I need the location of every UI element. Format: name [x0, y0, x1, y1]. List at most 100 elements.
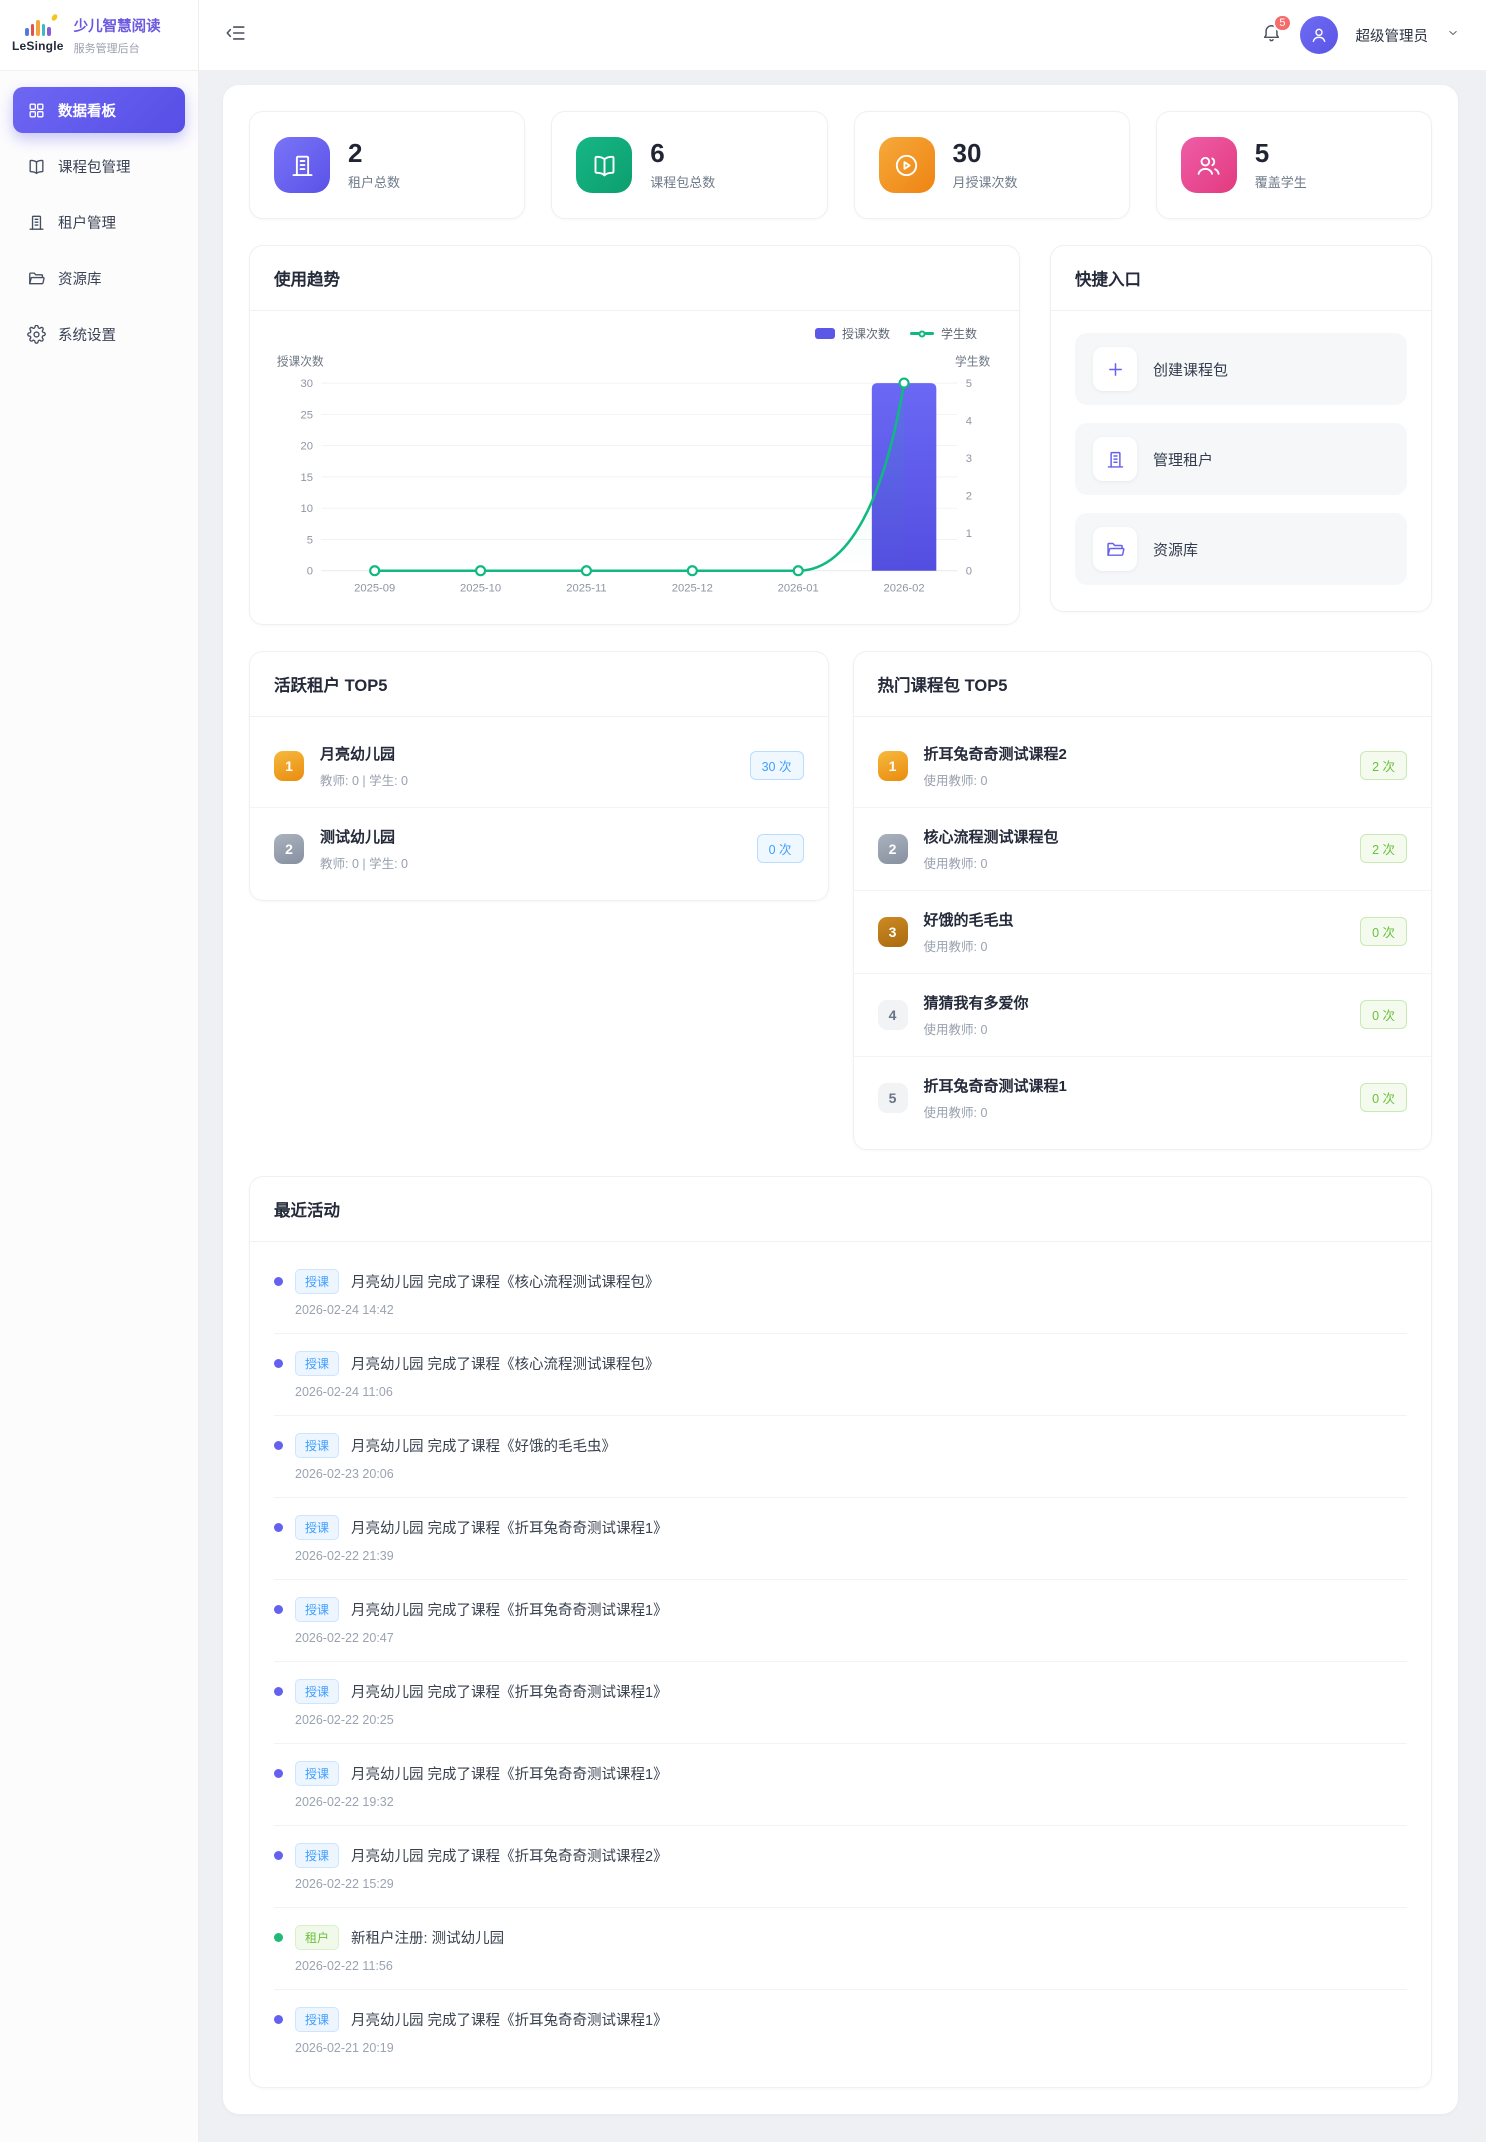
stat-icon-tile — [274, 137, 330, 193]
activity-dot — [274, 1933, 283, 1942]
stat-value: 6 — [650, 139, 715, 168]
activity-row: 授课月亮幼儿园 完成了课程《折耳兔奇奇测试课程1》2026-02-22 21:3… — [274, 1498, 1407, 1580]
activity-main: 授课月亮幼儿园 完成了课程《折耳兔奇奇测试课程1》 — [274, 1597, 1407, 1622]
rank-badge: 2 — [878, 834, 908, 864]
rank-sub: 使用教师: 0 — [924, 770, 1067, 789]
rank-badge: 1 — [878, 751, 908, 781]
rank-text: 月亮幼儿园教师: 0 | 学生: 0 — [320, 743, 408, 789]
rank-name: 测试幼儿园 — [320, 826, 408, 847]
usage-count-chip: 2 次 — [1360, 834, 1407, 863]
quick-entry-create-package[interactable]: 创建课程包 — [1075, 333, 1407, 405]
legend-bar-swatch-icon — [815, 328, 835, 339]
user-name[interactable]: 超级管理员 — [1356, 25, 1429, 46]
stat-value: 5 — [1255, 139, 1307, 168]
activity-time: 2026-02-24 11:06 — [295, 1385, 1407, 1399]
person-icon — [1309, 25, 1329, 45]
usage-trend-chart: 051015202530012345授课次数学生数2025-092025-102… — [250, 342, 1019, 624]
stat-value: 2 — [348, 139, 400, 168]
hot-package-row: 3好饿的毛毛虫使用教师: 00 次 — [854, 891, 1432, 974]
building-icon — [1105, 449, 1126, 470]
svg-text:0: 0 — [307, 566, 313, 578]
svg-text:4: 4 — [966, 416, 972, 428]
sidebar-item-settings[interactable]: 系统设置 — [13, 311, 185, 357]
user-avatar[interactable] — [1300, 16, 1338, 54]
stat-card-students: 5 覆盖学生 — [1156, 111, 1432, 219]
sidebar-item-dashboard[interactable]: 数据看板 — [13, 87, 185, 133]
stat-label: 覆盖学生 — [1255, 172, 1307, 191]
rank-text: 测试幼儿园教师: 0 | 学生: 0 — [320, 826, 408, 872]
activity-tag: 授课 — [295, 1597, 339, 1622]
svg-text:学生数: 学生数 — [955, 355, 990, 369]
logo-bars-icon — [25, 18, 51, 36]
notification-bell-button[interactable]: 5 — [1261, 22, 1282, 48]
activity-text: 月亮幼儿园 完成了课程《好饿的毛毛虫》 — [351, 1435, 616, 1456]
quick-entry-manage-tenants[interactable]: 管理租户 — [1075, 423, 1407, 495]
activity-row: 授课月亮幼儿园 完成了课程《核心流程测试课程包》2026-02-24 11:06 — [274, 1334, 1407, 1416]
activity-time: 2026-02-21 20:19 — [295, 2041, 1407, 2055]
activity-row: 授课月亮幼儿园 完成了课程《折耳兔奇奇测试课程1》2026-02-22 19:3… — [274, 1744, 1407, 1826]
svg-text:3: 3 — [966, 453, 972, 465]
sidebar-collapse-button[interactable] — [225, 22, 247, 49]
activity-time: 2026-02-22 20:47 — [295, 1631, 1407, 1645]
usage-count-chip: 2 次 — [1360, 751, 1407, 780]
activity-dot — [274, 1605, 283, 1614]
hot-package-row: 2核心流程测试课程包使用教师: 02 次 — [854, 808, 1432, 891]
rank-badge: 3 — [878, 917, 908, 947]
usage-trend-card: 使用趋势 授课次数学生数 051015202530012345授课次数学生数20… — [249, 245, 1020, 625]
usage-count-chip: 30 次 — [750, 751, 804, 780]
book-icon — [591, 152, 618, 179]
hot-package-row: 1 折耳兔奇奇测试课程2 使用教师: 0 2 次 — [854, 725, 1432, 808]
hot-package-row: 4猜猜我有多爱你使用教师: 00 次 — [854, 974, 1432, 1057]
sidebar-item-label: 课程包管理 — [58, 156, 131, 177]
stat-label: 课程包总数 — [650, 172, 715, 191]
brand-logo-icon: LeSingle — [12, 18, 64, 53]
activity-row: 租户新租户注册: 测试幼儿园2026-02-22 11:56 — [274, 1908, 1407, 1990]
legend-label: 学生数 — [941, 325, 977, 342]
sidebar-item-label: 租户管理 — [58, 212, 116, 233]
rank-name: 猜猜我有多爱你 — [924, 992, 1029, 1013]
rank-badge: 5 — [878, 1083, 908, 1113]
legend-label: 授课次数 — [842, 325, 890, 342]
sidebar-item-tenants[interactable]: 租户管理 — [13, 199, 185, 245]
stat-text: 30月授课次数 — [953, 139, 1018, 192]
sidebar-item-label: 数据看板 — [58, 100, 116, 121]
svg-text:2: 2 — [966, 491, 972, 503]
quick-entry-label: 资源库 — [1153, 539, 1198, 560]
rank-name: 折耳兔奇奇测试课程1 — [924, 1075, 1067, 1096]
activity-tag: 租户 — [295, 1925, 339, 1950]
rank-name: 折耳兔奇奇测试课程2 — [924, 743, 1067, 764]
folder-icon — [27, 269, 46, 288]
svg-text:25: 25 — [300, 409, 312, 421]
activity-time: 2026-02-23 20:06 — [295, 1467, 1407, 1481]
activity-main: 授课月亮幼儿园 完成了课程《折耳兔奇奇测试课程1》 — [274, 1515, 1407, 1540]
activity-text: 月亮幼儿园 完成了课程《折耳兔奇奇测试课程1》 — [351, 1681, 668, 1702]
sidebar-item-packages[interactable]: 课程包管理 — [13, 143, 185, 189]
legend-line-swatch-icon — [910, 329, 934, 339]
activity-dot — [274, 1523, 283, 1532]
quick-entry-resources[interactable]: 资源库 — [1075, 513, 1407, 585]
legend-item-bar[interactable]: 授课次数 — [815, 325, 890, 342]
usage-count-chip: 0 次 — [1360, 1000, 1407, 1029]
brand-name: LeSingle — [12, 39, 64, 53]
recent-activity-title: 最近活动 — [250, 1177, 1431, 1242]
activity-row: 授课月亮幼儿园 完成了课程《折耳兔奇奇测试课程1》2026-02-21 20:1… — [274, 1990, 1407, 2071]
sidebar-item-resources[interactable]: 资源库 — [13, 255, 185, 301]
activity-main: 授课月亮幼儿园 完成了课程《核心流程测试课程包》 — [274, 1269, 1407, 1294]
chevron-down-icon[interactable] — [1446, 26, 1460, 45]
stat-card-packages: 6 课程包总数 — [551, 111, 827, 219]
svg-text:2026-01: 2026-01 — [778, 582, 819, 594]
brand-subtitle: 服务管理后台 — [74, 40, 161, 56]
book-icon — [27, 157, 46, 176]
activity-tag: 授课 — [295, 2007, 339, 2032]
activity-tag: 授课 — [295, 1515, 339, 1540]
bell-icon — [1261, 30, 1282, 47]
topbar-right: 5 超级管理员 — [1261, 16, 1461, 54]
brand-title: 少儿智慧阅读 — [74, 15, 161, 36]
legend-item-line[interactable]: 学生数 — [910, 325, 977, 342]
svg-text:30: 30 — [300, 378, 312, 390]
stat-card-tenants: 2租户总数 — [249, 111, 525, 219]
building-icon — [289, 152, 316, 179]
top5-row: 活跃租户 TOP5 1月亮幼儿园教师: 0 | 学生: 030 次2测试幼儿园教… — [249, 651, 1432, 1150]
stat-icon-tile — [1181, 137, 1237, 193]
quick-entry-card: 快捷入口 创建课程包管理租户资源库 — [1050, 245, 1432, 612]
